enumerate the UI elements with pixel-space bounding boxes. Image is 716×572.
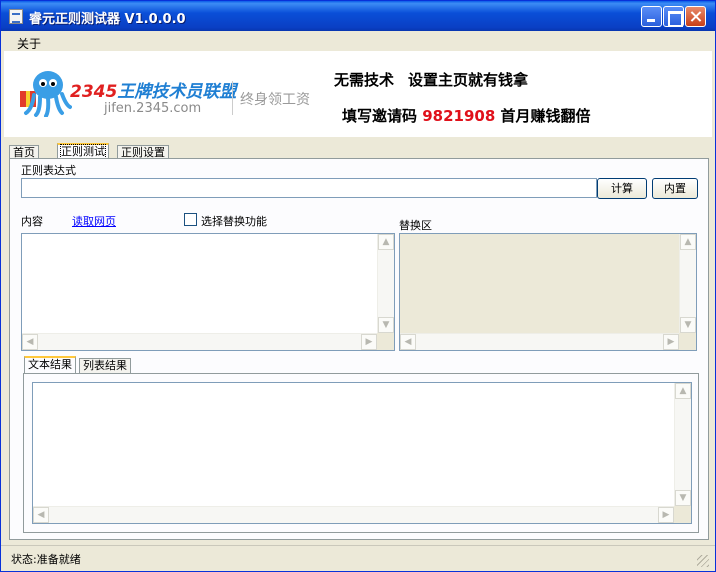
scroll-corner (377, 333, 394, 350)
octopus-mascot-icon (20, 71, 72, 117)
result-hscroll[interactable]: ◀ ▶ (33, 506, 674, 523)
scroll-corner (674, 506, 691, 523)
title-bar[interactable]: 睿元正则测试器 V1.0.0.0 (1, 1, 715, 31)
logo-number: 2345 (70, 82, 118, 102)
app-icon (9, 9, 23, 24)
minimize-button[interactable] (641, 6, 662, 27)
tab-regex-test-label: 正则测试 (60, 144, 106, 159)
result-vscroll[interactable]: ▲ ▼ (674, 383, 691, 506)
promo2-suffix: 首月赚钱翻倍 (500, 107, 591, 125)
replace-vscroll[interactable]: ▲ ▼ (679, 234, 696, 333)
invite-code: 9821908 (422, 107, 496, 125)
menu-item-about[interactable]: 关于 (17, 35, 41, 52)
replace-checkbox-label[interactable]: 选择替换功能 (201, 213, 267, 229)
scroll-up-icon[interactable]: ▲ (675, 383, 691, 399)
content-textarea[interactable]: ▲ ▼ ◀ ▶ (21, 233, 395, 351)
calculate-button[interactable]: 计算 (597, 178, 647, 199)
content-vscroll[interactable]: ▲ ▼ (377, 234, 394, 333)
scroll-right-icon[interactable]: ▶ (658, 507, 674, 523)
ad-banner[interactable]: 2345王牌技术员联盟 jifen.2345.com 终身领工资 无需技术 设置主… (4, 51, 712, 137)
logo-slogan: 终身领工资 (240, 92, 310, 108)
promo2-prefix: 填写邀请码 (342, 107, 418, 125)
status-bar: 状态:准备就绪 (1, 545, 715, 571)
scroll-down-icon[interactable]: ▼ (675, 490, 691, 506)
content-label: 内容 (21, 215, 43, 228)
result-panel: ▲ ▼ ◀ ▶ (23, 373, 699, 533)
promo-left: 无需技术 (334, 71, 395, 89)
resize-grip-icon[interactable] (697, 555, 709, 567)
regex-test-panel: 正则表达式 计算 内置 内容 读取网页 选择替换功能 替换区 ▲ ▼ ◀ ▶ ▲… (9, 158, 709, 540)
menu-bar: 关于 (1, 31, 715, 51)
main-window: 睿元正则测试器 V1.0.0.0 关于 2345王牌技术员联盟 jifen.23… (0, 0, 716, 572)
replace-area-label: 替换区 (399, 219, 432, 232)
logo-url: jifen.2345.com (104, 101, 202, 116)
tab-list-result[interactable]: 列表结果 (79, 358, 131, 374)
promo-line-2: 填写邀请码 9821908 首月赚钱翻倍 (342, 105, 591, 126)
scroll-down-icon[interactable]: ▼ (378, 317, 394, 333)
read-webpage-link[interactable]: 读取网页 (72, 213, 116, 229)
replace-textarea[interactable]: ▲ ▼ ◀ ▶ (399, 233, 697, 351)
scroll-right-icon[interactable]: ▶ (361, 334, 377, 350)
logo-divider (232, 81, 233, 115)
status-text: 状态:准备就绪 (11, 553, 81, 566)
builtin-button[interactable]: 内置 (652, 178, 698, 199)
regex-input[interactable] (21, 178, 597, 198)
promo-right: 设置主页就有钱拿 (408, 71, 529, 89)
scroll-down-icon[interactable]: ▼ (680, 317, 696, 333)
content-hscroll[interactable]: ◀ ▶ (22, 333, 377, 350)
scroll-up-icon[interactable]: ▲ (378, 234, 394, 250)
scroll-right-icon[interactable]: ▶ (663, 334, 679, 350)
close-button[interactable] (685, 6, 706, 27)
scroll-up-icon[interactable]: ▲ (680, 234, 696, 250)
regex-label: 正则表达式 (21, 164, 76, 177)
result-textarea[interactable]: ▲ ▼ ◀ ▶ (32, 382, 692, 524)
scroll-corner (679, 333, 696, 350)
replace-hscroll[interactable]: ◀ ▶ (400, 333, 679, 350)
scroll-left-icon[interactable]: ◀ (33, 507, 49, 523)
tab-text-result[interactable]: 文本结果 (24, 356, 76, 374)
logo-text: 2345王牌技术员联盟 (70, 77, 236, 102)
promo-line-1: 无需技术 设置主页就有钱拿 (334, 69, 528, 90)
window-title: 睿元正则测试器 V1.0.0.0 (29, 12, 186, 27)
scroll-left-icon[interactable]: ◀ (400, 334, 416, 350)
logo-name: 王牌技术员联盟 (117, 82, 237, 102)
maximize-button[interactable] (663, 6, 684, 27)
scroll-left-icon[interactable]: ◀ (22, 334, 38, 350)
replace-checkbox[interactable] (184, 213, 197, 226)
